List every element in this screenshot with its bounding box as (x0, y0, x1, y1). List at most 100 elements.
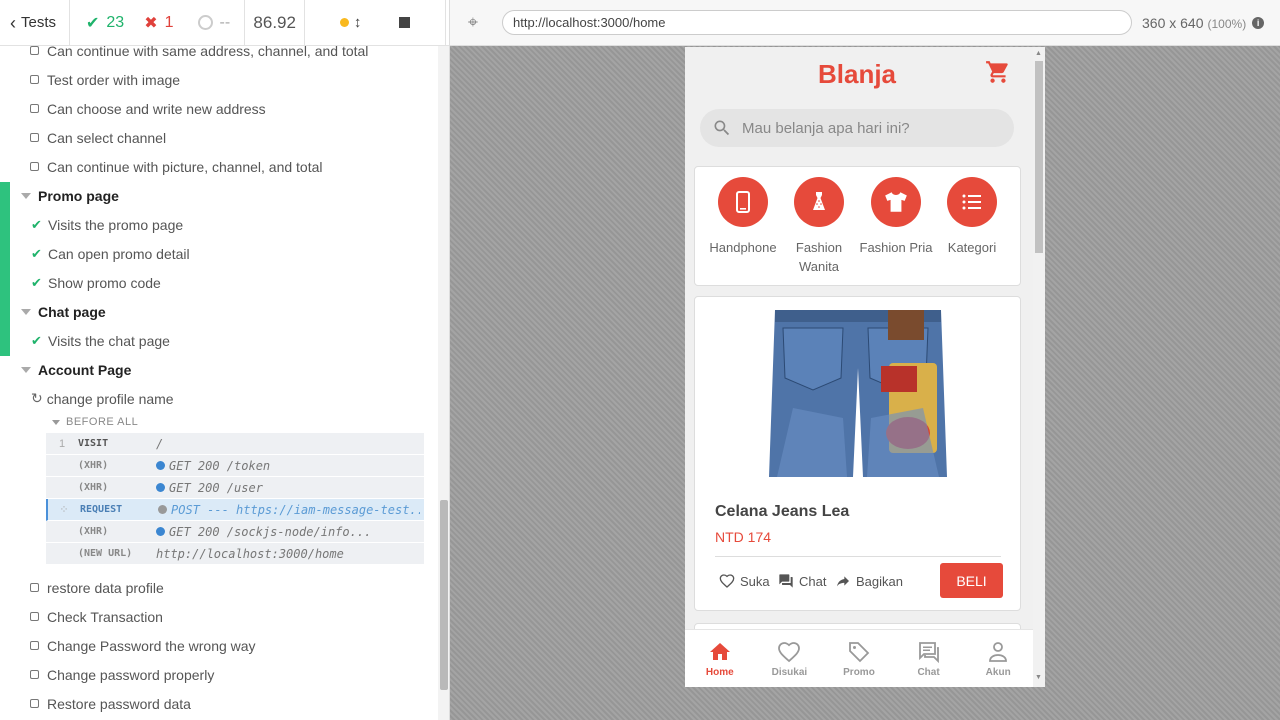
dress-icon (794, 177, 844, 227)
stop-icon[interactable] (399, 17, 411, 28)
command-row[interactable]: (XHR) GET 200 /sockjs-node/info... (46, 521, 424, 543)
command-message: http://localhost:3000/home (156, 547, 418, 561)
command-name: (XHR) (78, 460, 109, 471)
nav-chat[interactable]: Chat (894, 630, 964, 687)
test-title: Can continue with same address, channel,… (47, 46, 369, 59)
collapse-triangle-icon (21, 308, 31, 315)
aut-url-bar: ⌖ http://localhost:3000/home 360 x 640 (1… (450, 0, 1280, 46)
command-message: GET 200 /sockjs-node/info... (156, 525, 418, 539)
command-message-text: GET 200 /token (169, 458, 271, 473)
category-fashion-wanita[interactable]: Fashion Wanita (781, 177, 857, 276)
test-item[interactable]: Can continue with picture, channel, and … (30, 152, 323, 181)
command-row-active[interactable]: ⁘ REQUEST POST --- https://iam-message-t… (46, 499, 424, 521)
tests-button-label: Tests (21, 14, 57, 31)
nav-label: Home (705, 666, 734, 678)
test-title: Can choose and write new address (47, 100, 266, 117)
share-button[interactable]: Bagikan (835, 573, 903, 589)
pending-checkbox-icon (30, 641, 39, 650)
command-row[interactable]: 1 VISIT / (46, 433, 424, 455)
pending-checkbox-icon (30, 162, 39, 171)
check-icon: ✔ (86, 14, 100, 32)
pending-checkbox-icon (30, 75, 39, 84)
pending-checkbox-icon (30, 612, 39, 621)
collapse-triangle-icon (52, 419, 60, 425)
nav-home[interactable]: Home (685, 630, 755, 687)
test-item[interactable]: Can choose and write new address (30, 94, 266, 123)
test-item-running[interactable]: ↻ change profile name (31, 384, 174, 413)
product-image[interactable] (763, 308, 953, 477)
app-scrollbar[interactable]: ▲ ▼ (1033, 47, 1045, 687)
like-button[interactable]: Suka (719, 573, 770, 589)
category-handphone[interactable]: Handphone (705, 177, 781, 257)
test-item[interactable]: Can select channel (30, 123, 166, 152)
command-row[interactable]: (XHR) GET 200 /user (46, 477, 424, 499)
scroll-down-arrow-icon[interactable]: ▼ (1035, 674, 1042, 681)
nav-promo[interactable]: Promo (824, 630, 894, 687)
test-item[interactable]: Check Transaction (30, 602, 163, 631)
passed-check-icon: ✔ (31, 216, 42, 232)
test-title: Show promo code (48, 274, 161, 291)
bottom-navigation: Home Disukai Promo Chat Akun (685, 629, 1033, 687)
chat-bubble-icon (779, 574, 793, 588)
brand-logo[interactable]: Blanja (685, 59, 1029, 90)
selector-playground-crosshair-icon[interactable]: ⌖ (450, 12, 496, 33)
scrollbar-thumb[interactable] (440, 500, 448, 690)
passed-count: ✔ 23 ✖ 1 -- (70, 0, 246, 45)
url-display[interactable]: http://localhost:3000/home (502, 10, 1132, 35)
command-row[interactable]: (XHR) GET 200 /token (46, 455, 424, 477)
test-item[interactable]: Can continue with same address, channel,… (30, 46, 368, 65)
test-item[interactable]: ✔ Visits the chat page (31, 326, 170, 355)
chat-button[interactable]: Chat (778, 573, 826, 589)
suite-promo-page[interactable]: Promo page (21, 181, 119, 210)
scroll-up-arrow-icon[interactable]: ▲ (1035, 50, 1042, 57)
info-icon[interactable]: i (1252, 16, 1265, 29)
test-item[interactable]: Change Password the wrong way (30, 631, 256, 660)
auto-scroll-toggle[interactable]: ↕ (339, 14, 361, 31)
command-message-text: GET 200 /user (169, 480, 263, 495)
test-title: Visits the chat page (48, 332, 170, 349)
command-message-text: GET 200 /sockjs-node/info... (169, 524, 372, 539)
share-label: Bagikan (856, 573, 903, 589)
product-name[interactable]: Celana Jeans Lea (715, 503, 849, 521)
test-item[interactable]: restore data profile (30, 573, 164, 602)
cart-icon[interactable] (985, 59, 1011, 90)
test-item[interactable]: ✔ Visits the promo page (31, 210, 183, 239)
tests-button[interactable]: ‹ Tests (0, 0, 70, 45)
collapse-triangle-icon (21, 192, 31, 199)
pending-checkbox-icon (30, 670, 39, 679)
category-kategori[interactable]: Kategori (934, 177, 1010, 257)
passed-check-icon: ✔ (31, 274, 42, 290)
nav-akun[interactable]: Akun (963, 630, 1033, 687)
category-fashion-pria[interactable]: Fashion Pria (858, 177, 934, 257)
loading-spinner-icon: ⁘ (59, 504, 69, 516)
pending-icon (197, 15, 213, 30)
reporter-scrollbar[interactable] (438, 46, 449, 720)
category-panel: Handphone Fashion Wanita Fashion Pria Ka… (694, 166, 1021, 286)
search-input[interactable]: Mau belanja apa hari ini? (700, 109, 1014, 147)
pending-status-dot-icon (158, 505, 167, 514)
suite-account-page[interactable]: Account Page (21, 355, 131, 384)
command-index: 1 (58, 437, 66, 450)
hook-title: BEFORE ALL (66, 416, 139, 428)
command-message-text: POST --- https://iam-message-test... (171, 502, 420, 517)
hook-before-all[interactable]: BEFORE ALL (46, 411, 424, 433)
app-scrollbar-thumb[interactable] (1035, 61, 1043, 253)
nav-disukai[interactable]: Disukai (755, 630, 825, 687)
test-item[interactable]: Restore password data (30, 689, 191, 718)
test-title: Restore password data (47, 695, 191, 712)
test-item[interactable]: ✔ Can open promo detail (31, 239, 190, 268)
nav-label: Promo (843, 666, 875, 678)
suite-chat-page[interactable]: Chat page (21, 297, 106, 326)
test-item[interactable]: ✔ Show promo code (31, 268, 161, 297)
buy-button[interactable]: BELI (940, 563, 1003, 598)
command-row[interactable]: (NEW URL) http://localhost:3000/home (46, 543, 424, 565)
search-icon (714, 120, 730, 136)
test-item[interactable]: Change password properly (30, 660, 214, 689)
test-title: Check Transaction (47, 608, 163, 625)
phone-icon (718, 177, 768, 227)
chat-icon (918, 641, 939, 663)
test-item[interactable]: Test order with image (30, 65, 180, 94)
command-name: (NEW URL) (78, 548, 133, 559)
product-card[interactable]: Celana Jeans Lea NTD 174 Suka Chat Bagik… (694, 296, 1021, 611)
pending-number: -- (219, 13, 231, 31)
